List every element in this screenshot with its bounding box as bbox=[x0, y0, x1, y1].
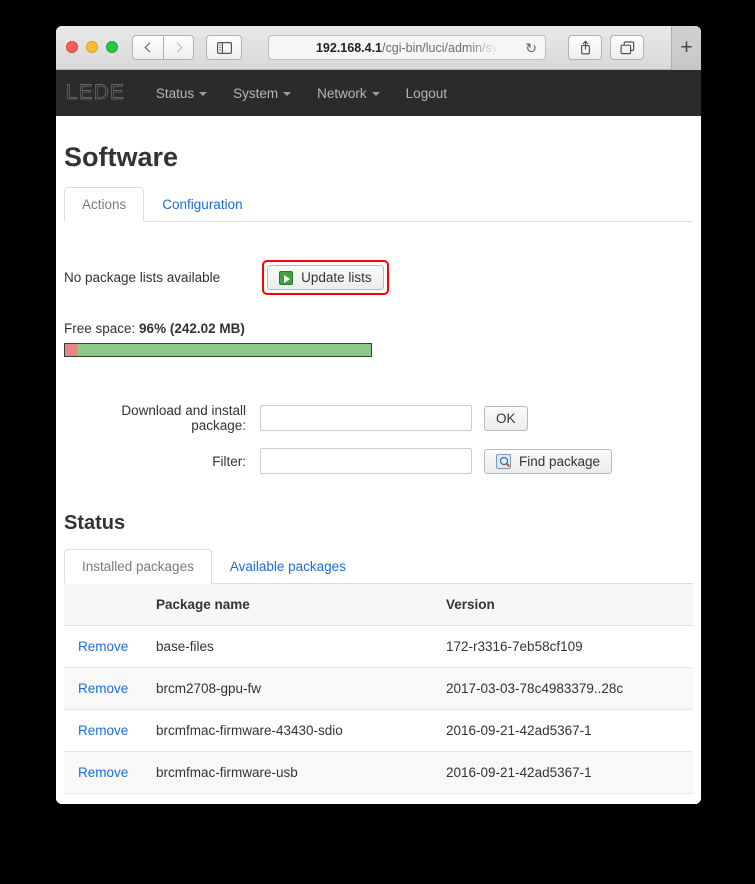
chevron-down-icon bbox=[283, 91, 292, 96]
nav-item-status[interactable]: Status bbox=[143, 86, 220, 101]
tab-available-packages[interactable]: Available packages bbox=[212, 549, 364, 584]
free-space-label: Free space: 96% (242.02 MB) bbox=[64, 321, 693, 336]
update-lists-highlight: Update lists bbox=[262, 260, 389, 295]
window-controls bbox=[66, 41, 118, 53]
ok-button[interactable]: OK bbox=[484, 405, 528, 431]
ok-button-label: OK bbox=[496, 410, 516, 426]
column-header-version: Version bbox=[438, 584, 693, 626]
table-row: Remove busybox 1.25.1-3 bbox=[64, 793, 693, 804]
content-container: Software Actions Configuration No packag… bbox=[56, 142, 701, 804]
package-version-cell: 2017-03-03-78c4983379..28c bbox=[438, 667, 693, 710]
table-header-row: Package name Version bbox=[64, 584, 693, 626]
package-name-cell: brcmfmac-firmware-usb bbox=[148, 751, 438, 794]
no-package-lists-text: No package lists available bbox=[64, 270, 221, 285]
page-title: Software bbox=[64, 142, 179, 172]
package-name-cell: brcm2708-gpu-fw bbox=[148, 667, 438, 710]
status-section-title: Status bbox=[64, 512, 126, 534]
new-tab-label: + bbox=[680, 36, 693, 59]
show-tabs-button[interactable] bbox=[610, 35, 644, 60]
actions-row: No package lists available Update lists bbox=[64, 260, 693, 295]
update-lists-button[interactable]: Update lists bbox=[267, 265, 384, 290]
package-version-cell: 172-r3316-7eb58cf109 bbox=[438, 625, 693, 668]
tab-configuration[interactable]: Configuration bbox=[144, 187, 260, 222]
table-row: Remove base-files 172-r3316-7eb58cf109 bbox=[64, 625, 693, 668]
column-header-action bbox=[64, 584, 148, 626]
nav-item-status-label: Status bbox=[155, 85, 195, 101]
package-forms: Download and install package: OK Filter:… bbox=[64, 403, 693, 474]
download-install-row: Download and install package: OK bbox=[64, 403, 693, 433]
packages-table: Package name Version Remove base-files 1… bbox=[64, 584, 693, 804]
nav-item-system[interactable]: System bbox=[220, 86, 304, 101]
sidebar-icon bbox=[216, 41, 232, 54]
reload-icon[interactable]: ↻ bbox=[525, 41, 537, 55]
free-space-percent: 96% bbox=[139, 321, 167, 336]
chevron-down-icon bbox=[371, 91, 380, 96]
lede-logo[interactable]: LEDE bbox=[60, 81, 143, 105]
address-bar[interactable]: 192.168.4.1/cgi-bin/luci/admin/sy ↻ bbox=[268, 35, 546, 60]
software-tabs: Actions Configuration bbox=[64, 187, 693, 222]
url-path: /cgi-bin/luci/admin/sy bbox=[382, 40, 499, 55]
lede-navbar: LEDE Status System Network Logout bbox=[56, 70, 701, 116]
packages-table-body: Remove base-files 172-r3316-7eb58cf109 R… bbox=[64, 625, 693, 804]
sidebar-toggle-button[interactable] bbox=[206, 35, 242, 60]
package-name-cell: brcmfmac-firmware-43430-sdio bbox=[148, 709, 438, 752]
package-version-cell: 2016-09-21-42ad5367-1 bbox=[438, 751, 693, 794]
apply-play-icon bbox=[279, 270, 294, 285]
tab-installed-packages[interactable]: Installed packages bbox=[64, 549, 212, 584]
packages-table-head: Package name Version bbox=[64, 584, 693, 626]
new-tab-button[interactable]: + bbox=[671, 26, 701, 70]
maximize-window-button[interactable] bbox=[106, 41, 118, 53]
download-install-label: Download and install package: bbox=[121, 403, 246, 433]
filter-input[interactable] bbox=[260, 448, 472, 474]
remove-link[interactable]: Remove bbox=[78, 765, 128, 780]
status-tabs: Installed packages Available packages bbox=[64, 549, 693, 584]
minimize-window-button[interactable] bbox=[86, 41, 98, 53]
nav-item-logout[interactable]: Logout bbox=[393, 86, 460, 101]
nav-item-network[interactable]: Network bbox=[304, 86, 393, 101]
url-text: 192.168.4.1/cgi-bin/luci/admin/sy bbox=[316, 41, 498, 55]
tabs-icon bbox=[620, 40, 634, 54]
free-space-size: (242.02 MB) bbox=[169, 321, 245, 336]
remove-link[interactable]: Remove bbox=[78, 681, 128, 696]
column-header-package-name: Package name bbox=[148, 584, 438, 626]
share-icon bbox=[580, 40, 590, 55]
nav-item-network-label: Network bbox=[317, 85, 367, 101]
progress-free-segment bbox=[77, 344, 371, 356]
remove-link[interactable]: Remove bbox=[78, 723, 128, 738]
find-package-button[interactable]: Find package bbox=[484, 448, 613, 474]
free-space-prefix: Free space: bbox=[64, 321, 140, 336]
back-button[interactable] bbox=[132, 35, 163, 60]
package-name-cell: busybox bbox=[148, 793, 438, 804]
forward-button[interactable] bbox=[163, 35, 194, 60]
browser-window: 192.168.4.1/cgi-bin/luci/admin/sy ↻ + LE… bbox=[56, 26, 701, 804]
filter-label: Filter: bbox=[212, 453, 246, 469]
filter-row: Filter: Find package bbox=[64, 448, 693, 474]
find-package-label: Find package bbox=[519, 453, 601, 469]
close-window-button[interactable] bbox=[66, 41, 78, 53]
free-space-progressbar bbox=[64, 343, 372, 357]
table-row: Remove brcmfmac-firmware-usb 2016-09-21-… bbox=[64, 751, 693, 794]
tab-actions[interactable]: Actions bbox=[64, 187, 145, 222]
chevron-down-icon bbox=[199, 91, 208, 96]
progress-used-segment bbox=[65, 344, 78, 356]
update-lists-label: Update lists bbox=[301, 270, 372, 285]
browser-toolbar: 192.168.4.1/cgi-bin/luci/admin/sy ↻ + bbox=[56, 26, 701, 70]
chevron-left-icon bbox=[144, 42, 155, 53]
table-row: Remove brcmfmac-firmware-43430-sdio 2016… bbox=[64, 709, 693, 752]
package-name-cell: base-files bbox=[148, 625, 438, 668]
package-version-cell: 2016-09-21-42ad5367-1 bbox=[438, 709, 693, 752]
share-button[interactable] bbox=[568, 35, 602, 60]
page-content: Software Actions Configuration No packag… bbox=[56, 142, 701, 804]
table-row: Remove brcm2708-gpu-fw 2017-03-03-78c498… bbox=[64, 667, 693, 710]
nav-item-logout-label: Logout bbox=[405, 85, 447, 101]
search-icon bbox=[496, 453, 511, 469]
nav-item-system-label: System bbox=[233, 85, 279, 101]
package-version-cell: 1.25.1-3 bbox=[438, 793, 693, 804]
url-host: 192.168.4.1 bbox=[315, 40, 383, 55]
chevron-right-icon bbox=[172, 42, 182, 53]
download-install-input[interactable] bbox=[260, 405, 472, 431]
remove-link[interactable]: Remove bbox=[78, 639, 128, 654]
